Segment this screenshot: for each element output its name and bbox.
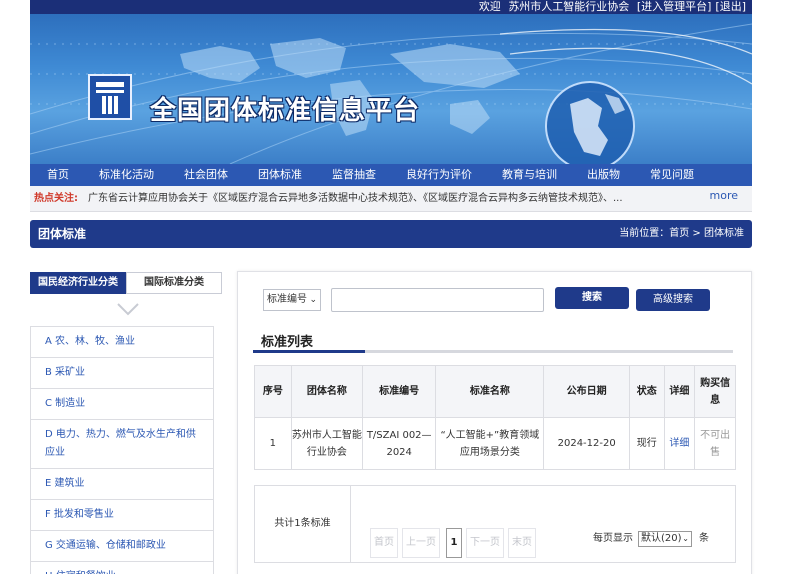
cell-org: 苏州市人工智能行业协会 [290,417,364,470]
hot-focus-label: 热点关注: [34,193,78,204]
nav-item-inspection[interactable]: 监督抽查 [332,164,376,186]
sidebar-item-c[interactable]: C 制造业 [30,389,214,420]
current-page-button[interactable]: 1 [446,528,462,558]
section-title-bar: 团体标准 当前位置：首页 > 团体标准 [30,220,752,248]
cell-code: T/SZAI 002—2024 [361,417,437,470]
last-page-button[interactable]: 末页 [508,528,536,558]
sidebar-item-f[interactable]: F 批发和零售业 [30,500,214,531]
list-title: 标准列表 [261,335,314,350]
world-map-graphic [30,23,752,164]
search-input[interactable] [331,288,544,312]
per-page-label: 每页显示 [593,533,633,544]
admin-link[interactable]: [进入管理平台] [637,0,712,13]
site-title: 全国团体标准信息平台 [150,96,421,126]
sidebar-item-a[interactable]: A 农、林、牧、渔业 [30,327,214,358]
more-link[interactable]: more [710,183,739,209]
sidebar-item-b[interactable]: B 采矿业 [30,358,214,389]
col-header-date: 公布日期 [543,365,630,418]
cell-date: 2024-12-20 [543,417,630,470]
main-nav: 首页 标准化活动 社会团体 团体标准 监督抽查 良好行为评价 教育与培训 出版物… [30,164,752,186]
per-page-value: 默认(20) [641,533,682,544]
search-field-select[interactable]: 标准编号 ⌄ [263,289,321,311]
col-header-org: 团体名称 [290,365,364,418]
nav-item-standardization[interactable]: 标准化活动 [99,164,154,186]
hot-focus-bar: 热点关注: 广东省云计算应用协会关于《区域医疗混合云异地多活数据中心技术规范》、… [30,186,752,212]
sidebar-tabs: 国民经济行业分类 国际标准分类 [30,272,222,294]
cell-name: “人工智能+”教育领域应用场景分类 [435,417,545,470]
nav-item-organizations[interactable]: 社会团体 [184,164,228,186]
standards-table: 序号 团体名称 标准编号 标准名称 公布日期 状态 详细 购买信息 1 苏州市人… [254,365,736,470]
banner: 全国团体标准信息平台 [30,14,752,164]
logout-link[interactable]: [退出] [715,0,746,13]
tab-industry-classification[interactable]: 国民经济行业分类 [30,272,126,294]
table-row: 1 苏州市人工智能行业协会 T/SZAI 002—2024 “人工智能+”教育领… [254,417,736,470]
per-page-unit: 条 [699,533,709,544]
tab-international-classification[interactable]: 国际标准分类 [126,272,222,294]
sidebar-item-e[interactable]: E 建筑业 [30,469,214,500]
col-header-name: 标准名称 [435,365,545,418]
breadcrumb-current: 团体标准 [704,228,744,239]
nav-item-publications[interactable]: 出版物 [587,164,620,186]
sidebar-item-g[interactable]: G 交通运输、仓储和邮政业 [30,531,214,562]
user-name: 苏州市人工智能行业协会 [508,0,630,13]
cell-no: 1 [254,417,292,470]
col-header-detail: 详细 [663,365,696,418]
pagination: 共计1条标准 首页 上一页 1 下一页 末页 每页显示 默认(20) ⌄ 条 [254,485,736,563]
col-header-code: 标准编号 [361,365,437,418]
col-header-status: 状态 [628,365,665,418]
cell-status: 现行 [628,417,665,470]
chevron-down-icon [117,303,139,316]
nav-item-evaluation[interactable]: 良好行为评价 [406,164,472,186]
welcome-text: 欢迎 [478,0,501,13]
nav-item-group-standards[interactable]: 团体标准 [258,164,302,186]
col-header-no: 序号 [254,365,292,418]
total-count: 共计1条标准 [255,486,351,562]
table-header-row: 序号 团体名称 标准编号 标准名称 公布日期 状态 详细 购买信息 [254,365,736,418]
top-bar: 欢迎 苏州市人工智能行业协会 [进入管理平台] [退出] [30,0,752,14]
search-button[interactable]: 搜索 [555,287,629,309]
detail-link[interactable]: 详细 [663,417,696,470]
nav-item-faq[interactable]: 常见问题 [650,164,694,186]
section-title: 团体标准 [38,227,87,241]
page-header: 欢迎 苏州市人工智能行业协会 [进入管理平台] [退出] 全国团体标准信息平台 … [30,0,752,212]
col-header-buy: 购买信息 [694,365,736,418]
sidebar-category-list: A 农、林、牧、渔业 B 采矿业 C 制造业 D 电力、热力、燃气及水生产和供应… [30,326,214,574]
breadcrumb-home[interactable]: 首页 [669,228,689,239]
hot-focus-text[interactable]: 广东省云计算应用协会关于《区域医疗混合云异地多活数据中心技术规范》、《区域医疗混… [88,186,668,212]
per-page-select[interactable]: 默认(20) ⌄ [638,531,692,547]
logo-icon [88,74,132,120]
sidebar-item-d[interactable]: D 电力、热力、燃气及水生产和供应业 [30,420,214,469]
first-page-button[interactable]: 首页 [370,528,398,558]
list-title-underline [253,350,733,353]
search-field-value: 标准编号 [267,294,307,305]
cell-buy: 不可出售 [694,417,736,470]
breadcrumb-prefix: 当前位置： [619,228,670,239]
advanced-search-button[interactable]: 高级搜索 [636,289,710,311]
nav-item-training[interactable]: 教育与培训 [502,164,557,186]
chevron-down-icon: ⌄ [682,534,689,543]
breadcrumb: 当前位置：首页 > 团体标准 [619,220,744,248]
next-page-button[interactable]: 下一页 [466,528,504,558]
breadcrumb-separator: > [689,228,704,239]
nav-item-home[interactable]: 首页 [47,164,69,186]
prev-page-button[interactable]: 上一页 [402,528,440,558]
chevron-down-icon: ⌄ [309,295,317,305]
sidebar-item-h[interactable]: H 住宿和餐饮业 [30,562,214,574]
